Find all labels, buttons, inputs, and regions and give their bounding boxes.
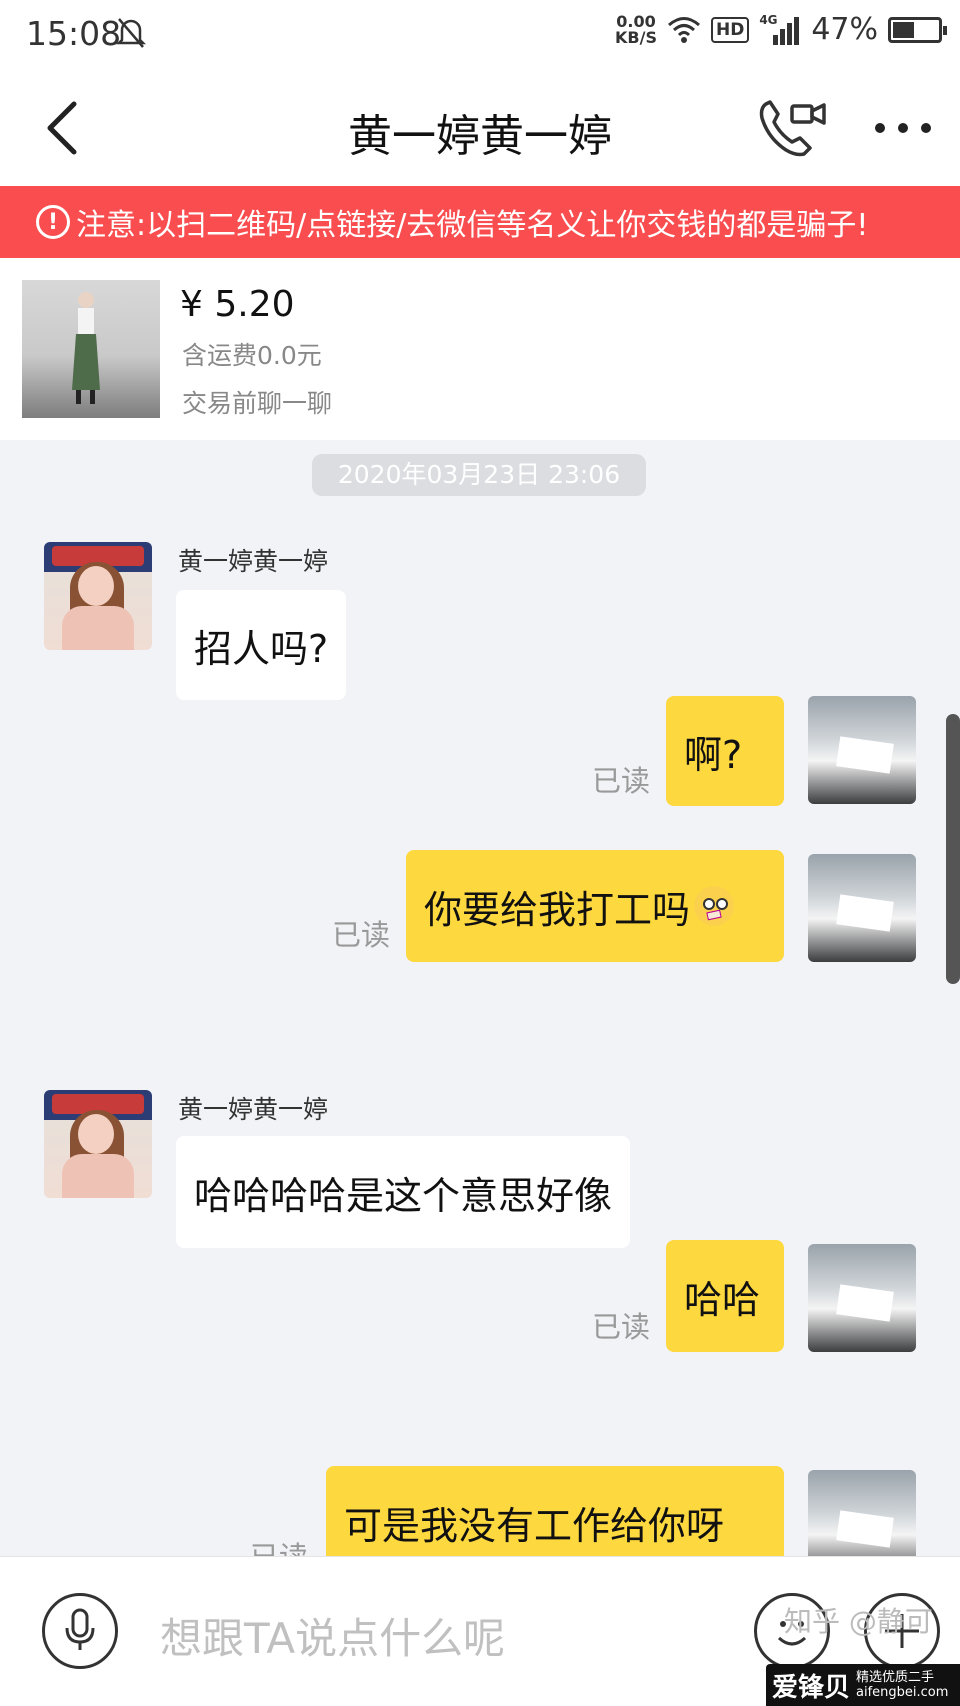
net-speed: 0.00 KB/S [615,13,657,47]
brand-watermark: 爱锋贝 精选优质二手 aifengbei.com [766,1664,960,1706]
voice-input-button[interactable] [42,1593,118,1669]
hd-badge: HD [710,16,750,43]
my-avatar[interactable] [808,1244,916,1352]
brand-tagline: 精选优质二手 [856,1670,935,1685]
sender-name: 黄一婷黄一婷 [178,1095,329,1124]
my-avatar[interactable] [808,696,916,804]
scrollbar-handle[interactable] [946,714,960,984]
contact-avatar[interactable] [44,1090,152,1198]
bell-muted-icon [116,18,146,48]
product-model-figure [72,292,100,404]
product-price: ¥ 5.20 [180,284,295,325]
chat-timestamp: 2020年03月23日 23:06 [312,454,646,496]
read-status: 已读 [250,1534,308,1556]
read-status: 已读 [592,764,651,798]
my-avatar[interactable] [808,854,916,962]
wifi-icon [667,16,700,43]
product-image[interactable] [22,280,160,418]
signal-icon: 4G [759,13,801,45]
message-bubble[interactable]: 可是我没有工作给你呀 [326,1466,784,1556]
scam-warning-banner: ! 注意:以扫二维码/点链接/去微信等名义让你交钱的都是骗子! [0,186,960,258]
brand-url: aifengbei.com [856,1685,949,1700]
status-indicators: 0.00 KB/S HD 4G 47% [615,12,947,47]
chat-header: 黄一婷黄一婷 [0,70,960,186]
zhihu-watermark: 知乎 @静可 [784,1605,933,1638]
call-video-button[interactable] [756,94,828,162]
message-bubble[interactable]: 招人吗? [176,590,347,700]
read-status: 已读 [592,1310,651,1344]
warning-text: 注意:以扫二维码/点链接/去微信等名义让你交钱的都是骗子! [76,208,869,243]
battery-icon [888,16,947,43]
chat-area[interactable]: 2020年03月23日 23:06 黄一婷黄一婷 招人吗? 已读 啊? 已读 你… [0,440,960,1556]
brand-name: 爱锋贝 [772,1672,851,1703]
status-bar: 15:08 0.00 KB/S HD 4G 47% [0,0,960,70]
brand-sub: 精选优质二手 aifengbei.com [856,1670,948,1700]
alert-icon: ! [36,205,70,239]
signal-bars [773,16,800,45]
battery-fill [893,21,914,38]
microphone-icon [65,1608,95,1650]
net-speed-unit: KB/S [615,27,657,47]
sender-name: 黄一婷黄一婷 [178,547,329,576]
product-note: 交易前聊一聊 [182,389,333,418]
my-avatar[interactable] [808,1470,916,1556]
status-time: 15:08 [26,14,122,53]
message-text: 你要给我打工吗 [424,887,691,932]
message-bubble[interactable]: 哈哈 [666,1240,784,1352]
emoji-icon [694,886,735,926]
message-bubble[interactable]: 你要给我打工吗 [406,850,784,962]
read-status: 已读 [332,918,391,952]
product-card[interactable]: ¥ 5.20 含运费0.0元 交易前聊一聊 [0,258,960,440]
message-input[interactable]: 想跟TA说点什么呢 [160,1605,505,1666]
message-bubble[interactable]: 啊? [666,696,784,806]
product-shipping: 含运费0.0元 [182,341,322,370]
contact-avatar[interactable] [44,542,152,650]
message-bubble[interactable]: 哈哈哈哈是这个意思好像 [176,1136,631,1248]
battery-percent: 47% [811,12,878,47]
more-options-button[interactable] [872,110,934,146]
